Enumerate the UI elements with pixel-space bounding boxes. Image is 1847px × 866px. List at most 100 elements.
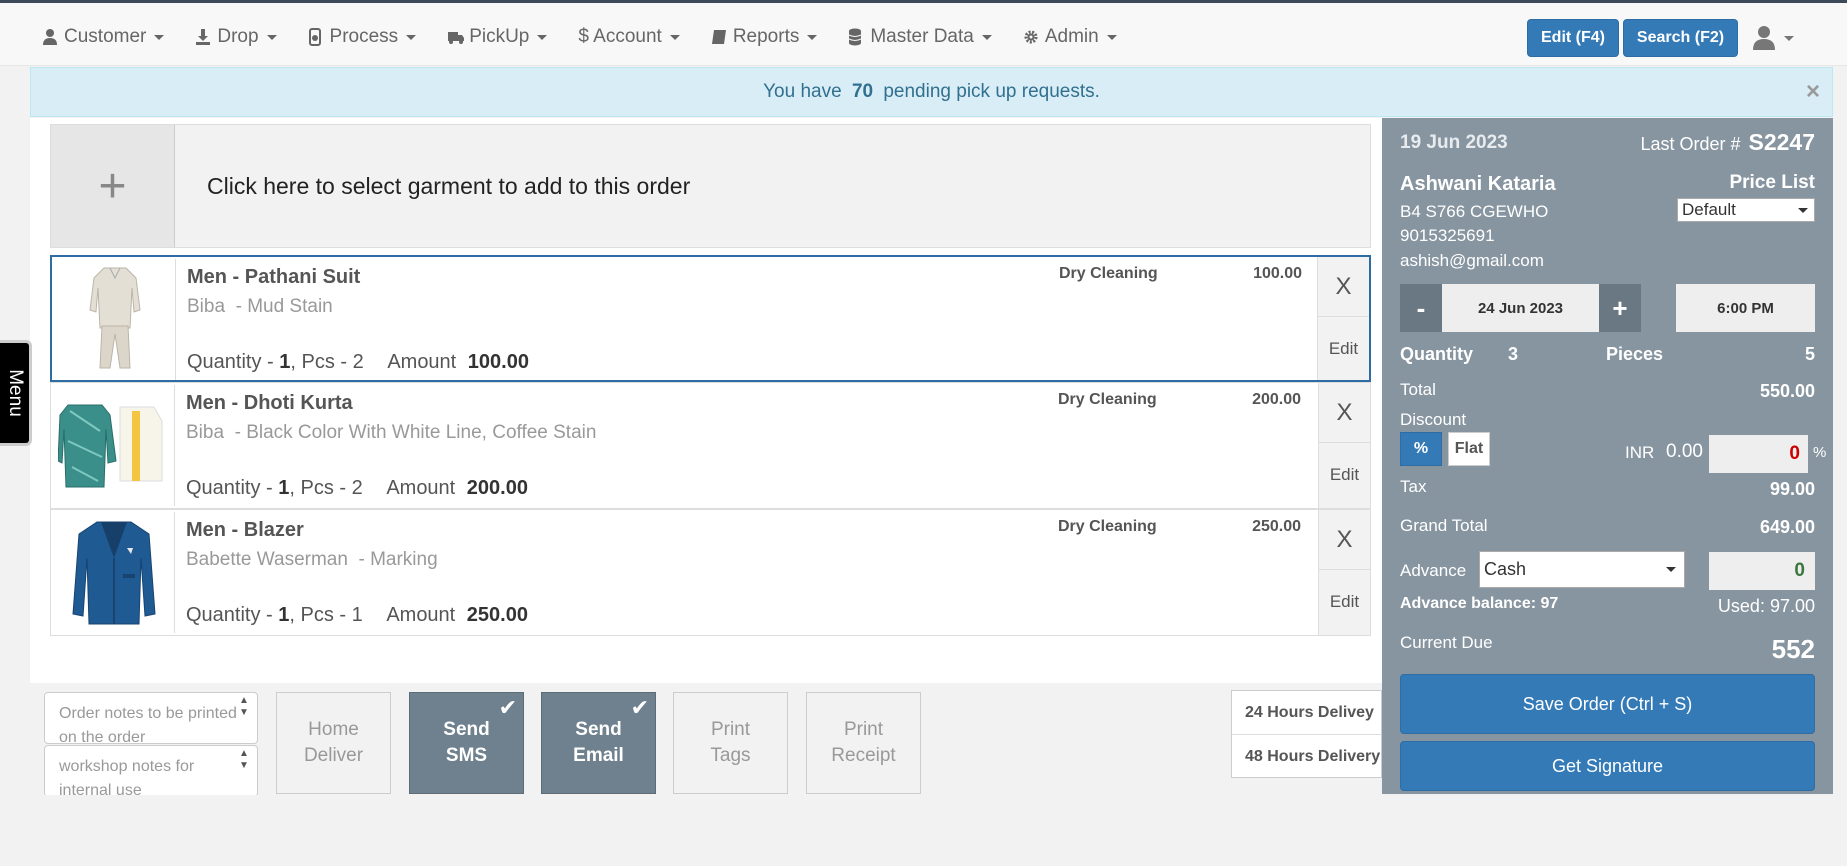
nav-admin[interactable]: Admin — [1011, 26, 1136, 48]
advance-method-select[interactable]: Cash — [1479, 551, 1685, 588]
database-icon — [848, 28, 866, 46]
nav-process[interactable]: Process — [296, 26, 436, 48]
chevron-down-icon — [154, 34, 165, 40]
order-summary-panel: 19 Jun 2023 Last Order # S2247 Ashwani Ka… — [1382, 118, 1833, 794]
percent-sign: % — [1813, 444, 1827, 461]
workshop-notes-input[interactable]: workshop notes for internal use ▲ ▼ — [44, 745, 258, 797]
edit-item-button[interactable]: Edit — [1318, 317, 1369, 380]
remove-item-button[interactable]: X — [1319, 510, 1370, 570]
download-icon — [195, 28, 213, 46]
pieces-value: 5 — [1804, 344, 1815, 364]
grand-total-value: 649.00 — [1759, 517, 1815, 537]
garment-description: Babette Waserman - Marking — [186, 549, 438, 570]
pickup-alert: You have 70 pending pick up requests. × — [30, 67, 1833, 117]
date-decrement-button[interactable]: - — [1400, 284, 1442, 332]
quantity-value: 1 — [279, 351, 291, 373]
order-item-row[interactable]: Men - Dhoti Kurta Biba - Black Color Wit… — [50, 382, 1371, 509]
alert-prefix: You have — [763, 81, 847, 102]
delivery-options: 24 Hours Delivey 48 Hours Delivery — [1231, 690, 1382, 778]
advance-amount-input[interactable]: 0 — [1709, 552, 1815, 590]
nav-process-label: Process — [329, 26, 399, 47]
garment-thumbnail — [54, 259, 176, 380]
service-type: Dry Cleaning — [1058, 391, 1157, 408]
delivery-option-24h[interactable]: 24 Hours Delivey — [1232, 691, 1381, 735]
date-increment-button[interactable]: + — [1599, 284, 1641, 332]
send-email-toggle[interactable]: Send Email ✔ — [541, 692, 656, 794]
order-item-row[interactable]: Men - Blazer Babette Waserman - Marking … — [50, 509, 1371, 636]
home-deliver-button[interactable]: Home Deliver — [276, 692, 391, 794]
book-icon — [711, 28, 729, 46]
remove-item-button[interactable]: X — [1319, 383, 1370, 443]
total-label: Total — [1400, 380, 1436, 399]
nav-pickup[interactable]: PickUp — [435, 26, 566, 48]
close-icon[interactable]: × — [1806, 78, 1820, 106]
amount-value: 250.00 — [466, 604, 528, 626]
nav-customer[interactable]: Customer — [30, 26, 183, 48]
get-signature-button[interactable]: Get Signature — [1400, 741, 1815, 791]
price-list-select[interactable]: Default — [1677, 198, 1815, 222]
print-receipt-button[interactable]: Print Receipt — [806, 692, 921, 794]
nav-master-data[interactable]: Master Data — [836, 26, 1010, 48]
check-icon: ✔ — [630, 695, 649, 720]
add-garment-button[interactable]: + Click here to select garment to add to… — [50, 124, 1371, 248]
garment-description: Biba - Black Color With White Line, Coff… — [186, 422, 597, 443]
process-icon — [308, 28, 326, 46]
delivery-option-48h[interactable]: 48 Hours Delivery — [1232, 735, 1381, 779]
side-menu-toggle[interactable]: Menu — [0, 340, 32, 446]
truck-icon — [447, 28, 465, 46]
add-garment-label: Click here to select garment to add to t… — [207, 172, 691, 199]
last-order: Last Order # S2247 — [1640, 129, 1815, 156]
discount-label: Discount — [1400, 410, 1467, 429]
advance-balance: Advance balance: 97 — [1400, 595, 1559, 612]
user-menu[interactable] — [1752, 21, 1796, 55]
nav-pickup-label: PickUp — [469, 26, 530, 47]
service-type: Dry Cleaning — [1059, 265, 1158, 282]
stepper-icon: ▲ ▼ — [239, 695, 249, 718]
discount-input[interactable]: 0 — [1709, 435, 1808, 473]
chevron-down-icon — [807, 34, 818, 40]
last-order-label: Last Order # — [1640, 134, 1741, 154]
check-icon: ✔ — [498, 695, 517, 720]
side-menu-label: Menu — [4, 369, 26, 417]
pathani-suit-icon — [88, 267, 141, 368]
discount-percent-button[interactable]: % — [1400, 432, 1442, 466]
delivery-date[interactable]: 24 Jun 2023 — [1442, 284, 1599, 332]
chevron-down-icon — [406, 34, 417, 40]
order-notes-input[interactable]: Order notes to be printed on the order ▲… — [44, 692, 258, 744]
print-tags-button[interactable]: Print Tags — [673, 692, 788, 794]
nav-reports[interactable]: Reports — [699, 26, 837, 48]
alert-suffix: pending pick up requests. — [878, 81, 1100, 102]
nav-account[interactable]: $ Account — [566, 26, 698, 48]
quantity-value: 3 — [1508, 344, 1519, 364]
discount-flat-button[interactable]: Flat — [1448, 432, 1490, 466]
row-actions: X Edit — [1317, 257, 1369, 380]
remove-item-button[interactable]: X — [1318, 257, 1369, 317]
amount-label: Amount — [386, 604, 461, 626]
last-order-number: S2247 — [1748, 129, 1815, 155]
pieces-text: , Pcs - 2 — [289, 477, 363, 499]
garment-name: Men - Blazer — [186, 519, 304, 541]
page-footer-area — [0, 795, 1847, 866]
send-email-label: Send Email — [573, 719, 624, 766]
advance-used: Used: 97.00 — [1717, 596, 1815, 616]
grand-total-label: Grand Total — [1400, 516, 1488, 535]
amount-value: 200.00 — [466, 477, 528, 499]
save-order-button[interactable]: Save Order (Ctrl + S) — [1400, 674, 1815, 734]
nav-drop[interactable]: Drop — [183, 26, 295, 48]
send-sms-toggle[interactable]: Send SMS ✔ — [409, 692, 524, 794]
price-list-value: Default — [1682, 200, 1736, 219]
edit-item-button[interactable]: Edit — [1319, 570, 1370, 633]
search-button[interactable]: Search (F2) — [1623, 19, 1738, 57]
delivery-time[interactable]: 6:00 PM — [1676, 284, 1815, 332]
order-item-row[interactable]: Men - Pathani Suit Biba - Mud Stain Quan… — [50, 255, 1371, 382]
nav-admin-label: Admin — [1044, 26, 1099, 47]
quantity-label: Quantity - — [186, 477, 279, 499]
garment-quantity: Quantity - 1, Pcs - 2 Amount 100.00 — [187, 351, 529, 374]
garment-quantity: Quantity - 1, Pcs - 2 Amount 200.00 — [186, 477, 528, 500]
edit-item-button[interactable]: Edit — [1319, 443, 1370, 506]
tax-value: 99.00 — [1769, 479, 1815, 499]
order-date: 19 Jun 2023 — [1400, 132, 1508, 153]
item-price: 200.00 — [1252, 391, 1301, 408]
edit-button[interactable]: Edit (F4) — [1527, 19, 1619, 57]
nav-account-label: $ Account — [578, 26, 662, 47]
